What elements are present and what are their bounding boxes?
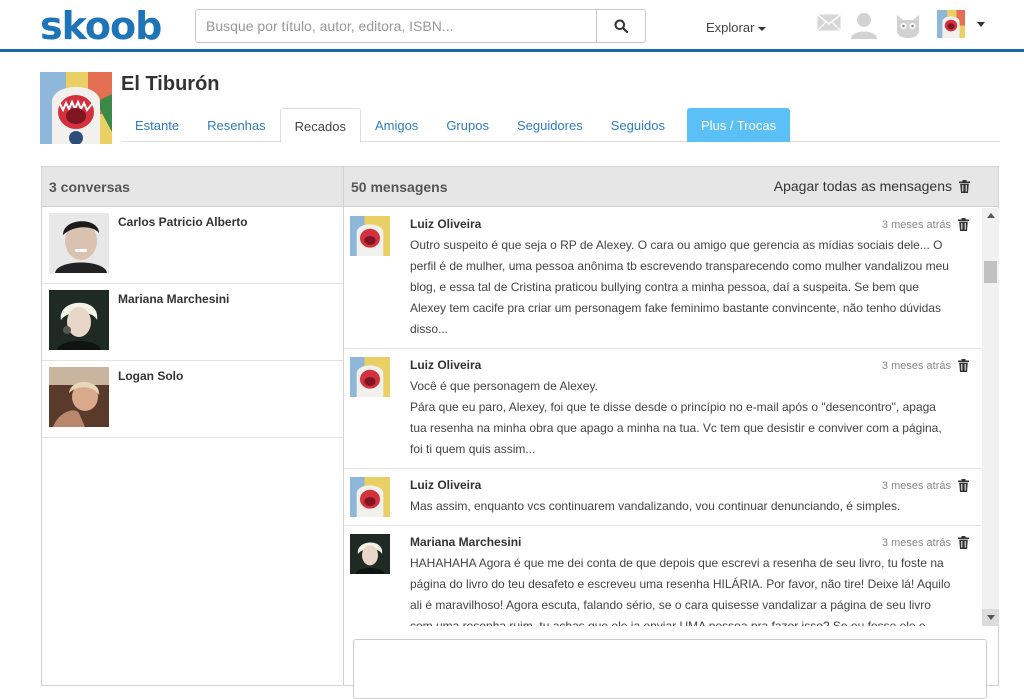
trash-icon[interactable]	[958, 359, 969, 372]
message-author[interactable]: Luiz Oliveira	[410, 478, 951, 492]
top-bar: skoob Explorar	[0, 0, 1024, 52]
message-time: 3 meses atrás	[881, 480, 951, 492]
account-menu-caret[interactable]	[977, 22, 985, 27]
scroll-down-arrow-icon[interactable]	[982, 609, 999, 626]
message-item: Luiz Oliveira 3 meses atrás Mas assim, e…	[344, 469, 981, 526]
messages-count: 50 mensagens	[351, 179, 448, 195]
tab-amigos[interactable]: Amigos	[361, 108, 432, 142]
profile-tabs: Estante Resenhas Recados Amigos Grupos S…	[121, 108, 1000, 143]
conversations-panel: 3 conversas Carlos Patricio Alberto Mari…	[41, 166, 343, 686]
message-text: Mas assim, enquanto vcs continuarem vand…	[410, 499, 901, 513]
person-photo-icon	[350, 534, 390, 574]
messages-panel: 50 mensagens Apagar todas as mensagens L…	[343, 166, 999, 699]
tab-estante[interactable]: Estante	[121, 108, 193, 142]
chevron-down-icon	[758, 26, 767, 31]
mail-icon[interactable]	[817, 14, 841, 31]
message-text: Você é que personagem de Alexey.	[410, 379, 598, 393]
shark-avatar-icon	[40, 72, 112, 144]
shark-avatar-icon	[937, 10, 965, 38]
cat-mascot-icon[interactable]	[894, 11, 922, 39]
conversation-item[interactable]: Mariana Marchesini	[42, 284, 343, 361]
shark-avatar-icon	[350, 357, 390, 397]
delete-all-label: Apagar todas as mensagens	[773, 178, 952, 194]
message-text: HAHAHAHA Agora é que me dei conta de que…	[410, 556, 951, 626]
profile-name: El Tiburón	[121, 73, 220, 95]
search-icon	[614, 19, 628, 33]
conversation-item[interactable]: Logan Solo	[42, 361, 343, 438]
tab-seguidos[interactable]: Seguidos	[597, 108, 679, 142]
message-item: Mariana Marchesini 3 meses atrás HAHAHAH…	[344, 526, 981, 626]
message-item: Luiz Oliveira 3 meses atrás Outro suspei…	[344, 208, 981, 349]
message-reply-input[interactable]	[353, 639, 987, 699]
explore-menu[interactable]: Explorar	[706, 20, 767, 35]
message-time: 3 meses atrás	[881, 360, 951, 372]
messages-list: Luiz Oliveira 3 meses atrás Outro suspei…	[344, 208, 981, 626]
user-icon[interactable]	[850, 11, 878, 39]
shark-avatar-icon	[350, 216, 390, 256]
tab-plus-trocas[interactable]: Plus / Trocas	[686, 108, 791, 142]
avatar	[49, 367, 109, 427]
avatar[interactable]	[350, 216, 390, 256]
message-time: 3 meses atrás	[881, 219, 951, 231]
message-text: Pára que eu paro, Alexey, foi que te dis…	[410, 400, 942, 456]
skoob-logo[interactable]: skoob	[40, 4, 162, 48]
scroll-up-arrow-icon[interactable]	[982, 208, 999, 225]
conversation-name: Mariana Marchesini	[118, 292, 230, 306]
conversation-name: Carlos Patricio Alberto	[118, 215, 248, 229]
avatar[interactable]	[350, 534, 390, 574]
person-photo-icon	[49, 367, 109, 427]
avatar[interactable]	[350, 357, 390, 397]
avatar	[49, 213, 109, 273]
avatar[interactable]	[937, 10, 965, 38]
person-photo-icon	[49, 213, 109, 273]
tab-resenhas[interactable]: Resenhas	[193, 108, 280, 142]
message-time: 3 meses atrás	[881, 537, 951, 549]
trash-icon[interactable]	[958, 479, 969, 492]
message-item: Luiz Oliveira 3 meses atrás Você é que p…	[344, 349, 981, 469]
messages-scrollbar[interactable]	[982, 208, 999, 626]
search-button[interactable]	[596, 10, 645, 42]
conversations-count: 3 conversas	[42, 167, 343, 207]
scrollbar-thumb[interactable]	[984, 261, 997, 283]
delete-all-messages-button[interactable]: Apagar todas as mensagens	[774, 178, 970, 194]
person-photo-icon	[49, 290, 109, 350]
trash-icon[interactable]	[958, 218, 969, 231]
profile-avatar	[40, 72, 112, 144]
explore-label: Explorar	[706, 20, 755, 35]
avatar[interactable]	[350, 477, 390, 517]
trash-icon	[959, 179, 970, 193]
search-input[interactable]	[196, 10, 596, 42]
message-author[interactable]: Mariana Marchesini	[410, 535, 951, 549]
conversation-name: Logan Solo	[118, 369, 184, 383]
shark-avatar-icon	[350, 477, 390, 517]
message-text: Outro suspeito é que seja o RP de Alexey…	[410, 238, 949, 336]
tab-recados[interactable]: Recados	[279, 108, 361, 143]
search-box	[195, 9, 646, 43]
message-author[interactable]: Luiz Oliveira	[410, 217, 951, 231]
message-author[interactable]: Luiz Oliveira	[410, 358, 951, 372]
tab-seguidores[interactable]: Seguidores	[503, 108, 597, 142]
tab-grupos[interactable]: Grupos	[432, 108, 503, 142]
trash-icon[interactable]	[958, 536, 969, 549]
conversation-item[interactable]: Carlos Patricio Alberto	[42, 207, 343, 284]
avatar	[49, 290, 109, 350]
